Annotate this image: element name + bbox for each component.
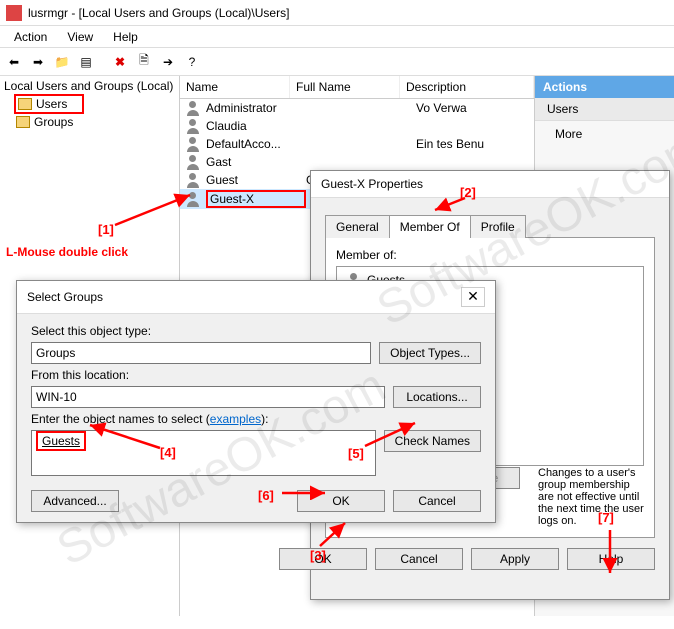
col-fullname[interactable]: Full Name (290, 76, 400, 98)
user-icon (186, 191, 202, 207)
props-ok-button[interactable]: OK (279, 548, 367, 570)
props-apply-button[interactable]: Apply (471, 548, 559, 570)
selgroups-cancel-button[interactable]: Cancel (393, 490, 481, 512)
tree-root[interactable]: Local Users and Groups (Local) (2, 78, 177, 94)
menu-action[interactable]: Action (4, 28, 57, 46)
menu-bar: Action View Help (0, 26, 674, 48)
tree-root-label: Local Users and Groups (Local) (4, 79, 173, 93)
back-icon[interactable]: ⬅ (4, 52, 24, 72)
membership-note: Changes to a user's group membership are… (538, 467, 648, 527)
user-icon (186, 172, 202, 188)
names-label: Enter the object names to select (exampl… (31, 412, 481, 426)
object-type-label: Select this object type: (31, 324, 481, 338)
properties-tabs: General Member Of Profile (325, 214, 655, 238)
location-field[interactable]: WIN-10 (31, 386, 385, 408)
tab-memberof[interactable]: Member Of (389, 215, 471, 238)
tab-profile[interactable]: Profile (470, 215, 526, 238)
app-icon (6, 5, 22, 21)
refresh-icon[interactable]: 🗎 (134, 52, 154, 72)
close-icon[interactable]: ✕ (461, 287, 485, 307)
menu-help[interactable]: Help (103, 28, 148, 46)
user-icon (186, 154, 202, 170)
actions-users[interactable]: Users (535, 98, 674, 121)
user-icon (186, 100, 202, 116)
col-description[interactable]: Description (400, 76, 534, 98)
examples-link[interactable]: examples (210, 412, 261, 426)
folder-icon[interactable]: 📁 (52, 52, 72, 72)
list-row[interactable]: Claudia (180, 117, 534, 135)
advanced-button[interactable]: Advanced... (31, 490, 119, 512)
check-names-button[interactable]: Check Names (384, 430, 481, 452)
list-row[interactable]: DefaultAcco... Ein tes Benu (180, 135, 534, 153)
col-name[interactable]: Name (180, 76, 290, 98)
details-icon[interactable]: ▤ (76, 52, 96, 72)
object-types-button[interactable]: Object Types... (379, 342, 481, 364)
properties-title: Guest-X Properties (321, 177, 423, 191)
forward-icon[interactable]: ➡ (28, 52, 48, 72)
props-help-button[interactable]: Help (567, 548, 655, 570)
tree-item-groups[interactable]: Groups (14, 114, 177, 130)
user-icon (186, 118, 202, 134)
toolbar: ⬅ ➡ 📁 ▤ ✖ 🗎 ➔ ? (0, 48, 674, 76)
actions-header: Actions (535, 76, 674, 98)
props-cancel-button[interactable]: Cancel (375, 548, 463, 570)
location-label: From this location: (31, 368, 481, 382)
list-row[interactable]: Gast (180, 153, 534, 171)
object-names-field[interactable]: Guests (31, 430, 376, 476)
menu-view[interactable]: View (57, 28, 103, 46)
export-icon[interactable]: ➔ (158, 52, 178, 72)
delete-icon[interactable]: ✖ (110, 52, 130, 72)
locations-button[interactable]: Locations... (393, 386, 481, 408)
tree-groups-label: Groups (34, 115, 73, 129)
selgroups-ok-button[interactable]: OK (297, 490, 385, 512)
help-icon[interactable]: ? (182, 52, 202, 72)
memberof-label: Member of: (336, 248, 644, 262)
entered-name: Guests (36, 431, 86, 451)
folder-icon (18, 98, 32, 110)
list-row[interactable]: Administrator Vo Verwa (180, 99, 534, 117)
select-groups-title: Select Groups (27, 290, 103, 304)
window-titlebar: lusrmgr - [Local Users and Groups (Local… (0, 0, 674, 26)
list-header: Name Full Name Description (180, 76, 534, 99)
folder-icon (16, 116, 30, 128)
user-icon (186, 136, 202, 152)
tab-general[interactable]: General (325, 215, 390, 238)
window-title: lusrmgr - [Local Users and Groups (Local… (28, 6, 289, 20)
actions-more[interactable]: More (535, 121, 674, 147)
select-groups-dialog: Select Groups ✕ Select this object type:… (16, 280, 496, 523)
tree-users-label: Users (36, 97, 67, 111)
tree-item-users[interactable]: Users (14, 94, 84, 114)
object-type-field[interactable]: Groups (31, 342, 371, 364)
